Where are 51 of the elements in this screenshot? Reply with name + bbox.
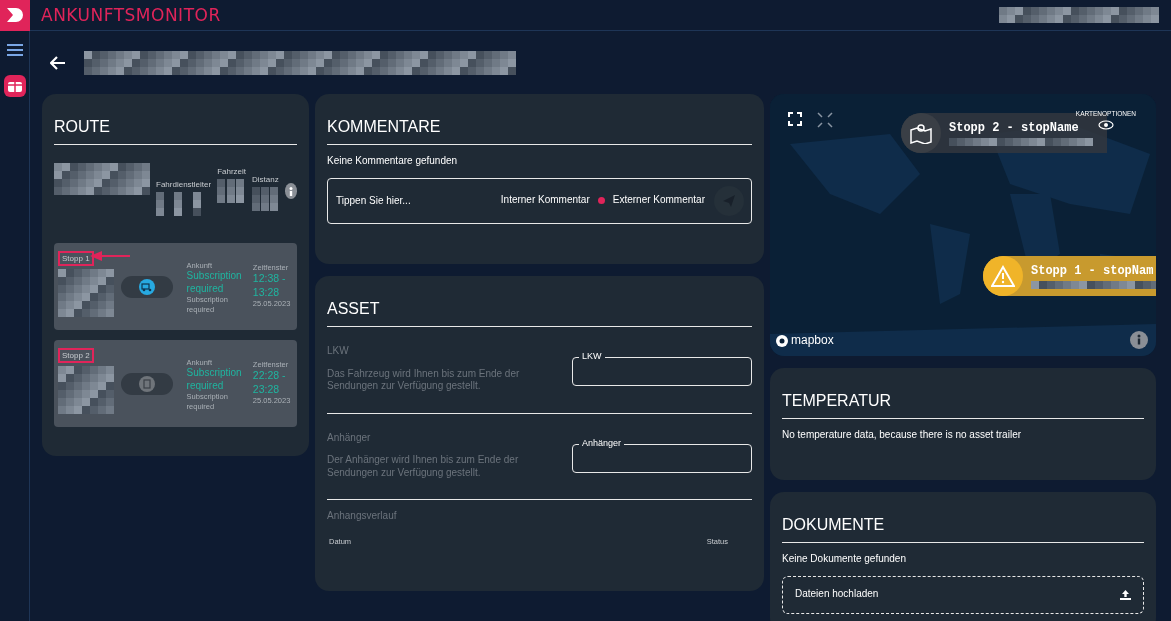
package-button[interactable]: [3, 75, 26, 97]
app-title: ANKUNFTSMONITOR: [41, 5, 221, 25]
time-window: 22:28 - 23:28: [252, 369, 293, 396]
section-heading: Anhänger: [327, 431, 372, 444]
card-title: ASSET: [327, 300, 752, 327]
map-attribution[interactable]: mapbox: [791, 333, 834, 348]
map-pin-icon: [909, 122, 933, 144]
card-title: KOMMENTARE: [327, 118, 752, 145]
empty-message: Keine Kommentare gefunden: [327, 155, 459, 168]
upload-dropzone[interactable]: Dateien hochladen: [782, 575, 1144, 614]
stop-label: Stopp 1: [58, 251, 94, 266]
back-arrow-icon[interactable]: [50, 56, 66, 70]
card-title: ROUTE: [54, 118, 297, 145]
package-icon: [7, 80, 22, 92]
blurred-text: [58, 366, 115, 414]
external-comment-option[interactable]: Externer Kommentar: [612, 194, 705, 207]
upload-icon: [1120, 589, 1131, 600]
logo-icon: [5, 6, 25, 24]
empty-message: Keine Dokumente gefunden: [782, 553, 907, 566]
section-heading: LKW: [327, 345, 350, 358]
internal-comment-option[interactable]: Interner Kommentar: [500, 194, 590, 207]
marker-label: Stopp 2 - stopName: [949, 120, 1080, 135]
summary-label: Distanz: [252, 175, 279, 185]
arrival-status: Subscription required: [186, 367, 243, 393]
section-description: Das Fahrzeug wird Ihnen bis zum Ende der Sendungen zur Verfügung gestellt.: [327, 367, 521, 393]
eye-icon[interactable]: [1097, 120, 1114, 131]
info-icon[interactable]: [1130, 331, 1148, 349]
temperature-message: No temperature data, because there is no asset trailer: [782, 429, 1023, 442]
blurred-text: [217, 179, 247, 203]
summary-label: Fahrzeit: [217, 167, 247, 177]
stop-label: Stopp 2: [58, 348, 94, 363]
expand-icon[interactable]: [817, 112, 833, 128]
summary-label: Fahrdienstleiter: [156, 180, 212, 190]
fullscreen-icon[interactable]: [788, 112, 802, 126]
time-window: 12:38 - 13:28: [252, 272, 293, 299]
info-icon: [288, 186, 293, 196]
card-title: TEMPERATUR: [782, 392, 1144, 419]
mapbox-logo-icon: [776, 334, 788, 347]
toggle-dot-icon[interactable]: [597, 197, 605, 204]
section-description: Der Anhänger wird Ihnen bis zum Ende der Sendungen zur Verfügung gestellt.: [327, 454, 520, 479]
blurred-text: [252, 187, 279, 211]
section-heading: Anhangsverlauf: [327, 510, 398, 523]
arrival-status: Subscription required: [186, 270, 243, 296]
marker-label: Stopp 1 - stopNam: [1031, 263, 1155, 278]
comment-field[interactable]: Tippen Sie hier... Interner Kommentar Externer Kommentar: [327, 177, 752, 224]
upload-label: Dateien hochladen: [795, 588, 879, 601]
info-button[interactable]: [284, 183, 297, 199]
blurred-text: [58, 269, 115, 317]
card-title: DOKUMENTE: [782, 516, 1144, 543]
app-logo[interactable]: [0, 0, 30, 31]
warning-icon: [991, 265, 1015, 287]
